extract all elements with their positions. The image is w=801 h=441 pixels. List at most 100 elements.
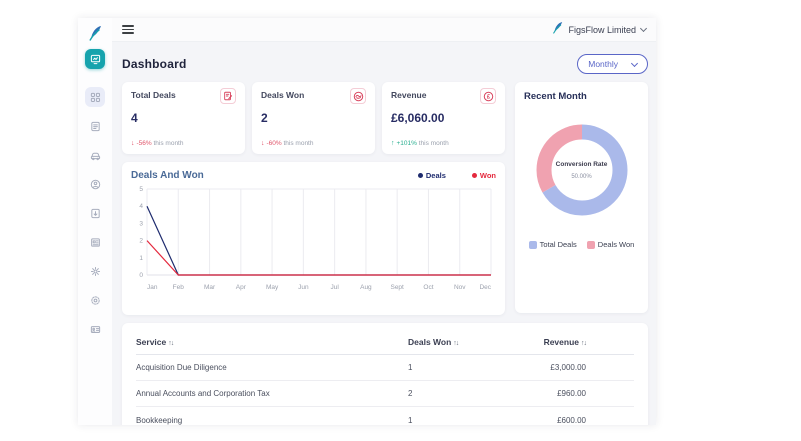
sidebar bbox=[78, 18, 112, 425]
svg-text:3: 3 bbox=[139, 220, 143, 227]
chevron-down-icon bbox=[630, 59, 639, 67]
legend-item-deals[interactable]: Deals bbox=[417, 171, 446, 180]
deals-won-cell: 2 bbox=[408, 389, 413, 398]
legend-label: Total Deals bbox=[539, 240, 577, 249]
sidebar-item-document[interactable] bbox=[85, 116, 105, 136]
feather-logo-icon bbox=[87, 25, 103, 41]
table-row[interactable]: Acquisition Due Diligence 1 £3,000.00 bbox=[136, 355, 634, 381]
svg-text:1: 1 bbox=[139, 255, 143, 262]
column-header-label: Service bbox=[136, 336, 167, 347]
stat-change-pct: +101% bbox=[396, 140, 417, 147]
table-row[interactable]: Annual Accounts and Corporation Tax 2 £960… bbox=[136, 381, 634, 407]
line-chart: 0 1 2 3 4 5 Jan Feb Mar Apr May Jun Jul Aug Sept Oct Nov… bbox=[131, 181, 496, 304]
apps-grid-icon bbox=[90, 92, 101, 103]
table-header-row: Service ↑↓ Deals Won ↑↓ Revenue ↑↓ bbox=[136, 329, 634, 355]
donut-legend: Total Deals Deals Won bbox=[524, 240, 639, 249]
stat-value: 4 bbox=[131, 111, 138, 125]
svg-text:Aug: Aug bbox=[360, 284, 372, 291]
stat-change: ↓ -56% this month bbox=[131, 140, 183, 147]
service-cell: Bookkeeping bbox=[136, 415, 183, 425]
deals-won-cell: 1 bbox=[408, 363, 413, 372]
svg-text:Nov: Nov bbox=[454, 284, 466, 291]
line-chart-title: Deals And Won bbox=[131, 170, 204, 181]
line-chart-legend: Deals Won bbox=[417, 171, 496, 180]
page-title: Dashboard bbox=[122, 57, 187, 71]
donut-chart: Conversion Rate 50.00% bbox=[530, 118, 634, 222]
column-header-revenue[interactable]: Revenue ↑↓ bbox=[520, 337, 634, 347]
revenue-cell: £3,000.00 bbox=[550, 363, 586, 372]
arrow-down-icon: ↓ bbox=[131, 140, 135, 147]
donut-title: Recent Month bbox=[524, 91, 587, 102]
stat-title: Deals Won bbox=[261, 90, 305, 100]
chevron-down-icon bbox=[639, 24, 648, 33]
services-table-card: Service ↑↓ Deals Won ↑↓ Revenue ↑↓ Acquisition… bbox=[122, 323, 648, 425]
sidebar-item-gear-outline[interactable] bbox=[85, 290, 105, 310]
sidebar-item-dashboard-monitor[interactable] bbox=[85, 49, 105, 69]
stat-title: Total Deals bbox=[131, 90, 176, 100]
sidebar-item-user-circle[interactable] bbox=[85, 174, 105, 194]
donut-card: Recent Month Conversion Rate 50.00% Tota… bbox=[515, 82, 648, 313]
title-row: Dashboard Monthly bbox=[122, 54, 648, 74]
stats-row: Total Deals 4 ↓ -56% this month Deals Wo… bbox=[122, 82, 505, 154]
left-column: Total Deals 4 ↓ -56% this month Deals Wo… bbox=[122, 82, 505, 315]
car-icon bbox=[90, 150, 101, 161]
sidebar-item-gear[interactable] bbox=[85, 261, 105, 281]
column-header-label: Deals Won bbox=[408, 336, 452, 347]
sidebar-item-apps-grid[interactable] bbox=[85, 87, 105, 107]
svg-text:Oct: Oct bbox=[423, 284, 433, 291]
legend-item-won[interactable]: Won bbox=[471, 171, 496, 180]
account-menu[interactable]: FigsFlow Limited bbox=[552, 21, 648, 39]
svg-text:0: 0 bbox=[139, 272, 143, 279]
user-circle-icon bbox=[90, 179, 101, 190]
sidebar-item-file-export[interactable] bbox=[85, 203, 105, 223]
column-header-service[interactable]: Service ↑↓ bbox=[136, 337, 408, 347]
arrow-up-icon: ↑ bbox=[391, 140, 395, 147]
main-content: Dashboard Monthly Total Deals 4 ↓ -56% t… bbox=[112, 42, 656, 425]
legend-swatch-icon bbox=[528, 240, 537, 249]
dashboard-monitor-icon bbox=[90, 54, 101, 65]
stat-change-suffix: this month bbox=[151, 140, 184, 147]
document-icon bbox=[90, 121, 101, 132]
donut-legend-item-deals-won[interactable]: Deals Won bbox=[586, 240, 634, 249]
stat-value: £6,060.00 bbox=[391, 111, 445, 125]
svg-text:Apr: Apr bbox=[236, 284, 247, 291]
period-select[interactable]: Monthly bbox=[577, 54, 648, 74]
sort-icon[interactable]: ↑↓ bbox=[581, 340, 587, 347]
line-chart-svg: 0 1 2 3 4 5 Jan Feb Mar Apr May Jun Jul Aug Sept Oct Nov… bbox=[139, 186, 491, 291]
stat-change-pct: -56% bbox=[136, 140, 152, 147]
app-window: FigsFlow Limited Dashboard Monthly Total… bbox=[78, 18, 656, 425]
svg-text:May: May bbox=[266, 284, 279, 291]
sidebar-item-news-document[interactable] bbox=[85, 232, 105, 252]
sort-icon[interactable]: ↑↓ bbox=[453, 340, 459, 347]
svg-text:Jun: Jun bbox=[298, 284, 309, 291]
svg-text:4: 4 bbox=[139, 203, 143, 210]
legend-dot-icon bbox=[417, 173, 423, 178]
donut-legend-item-total-deals[interactable]: Total Deals bbox=[528, 240, 577, 249]
legend-swatch-icon bbox=[586, 240, 595, 249]
svg-text:5: 5 bbox=[139, 186, 143, 193]
sidebar-item-id-card[interactable] bbox=[85, 319, 105, 339]
column-header-deals-won[interactable]: Deals Won ↑↓ bbox=[408, 337, 520, 347]
table-row[interactable]: Bookkeeping 1 £600.00 bbox=[136, 407, 634, 425]
svg-text:Mar: Mar bbox=[204, 284, 216, 291]
deals-won-cell: 1 bbox=[408, 415, 413, 425]
service-cell: Acquisition Due Diligence bbox=[136, 363, 227, 372]
stat-card-header: Total Deals bbox=[131, 88, 236, 104]
gear-outline-icon bbox=[90, 295, 101, 306]
svg-text:2: 2 bbox=[139, 238, 143, 245]
sort-icon[interactable]: ↑↓ bbox=[168, 340, 174, 347]
stat-card-header: Revenue £ bbox=[391, 88, 496, 104]
revenue-cell: £960.00 bbox=[557, 389, 586, 398]
stat-value: 2 bbox=[261, 111, 268, 125]
svg-text:Dec: Dec bbox=[479, 284, 491, 291]
stat-change-suffix: this month bbox=[416, 140, 449, 147]
conversion-rate-label: Conversion Rate bbox=[555, 160, 608, 168]
stat-card-deals-won: Deals Won 2 ↓ -60% this month bbox=[252, 82, 375, 154]
sidebar-item-car[interactable] bbox=[85, 145, 105, 165]
gear-icon bbox=[90, 266, 101, 277]
hamburger-icon[interactable] bbox=[122, 23, 134, 35]
svg-text:Jul: Jul bbox=[330, 284, 339, 291]
feather-logo-icon bbox=[552, 21, 563, 39]
stat-card-revenue: Revenue £ £6,060.00 ↑ +101% this month bbox=[382, 82, 505, 154]
stat-card-header: Deals Won bbox=[261, 88, 366, 104]
